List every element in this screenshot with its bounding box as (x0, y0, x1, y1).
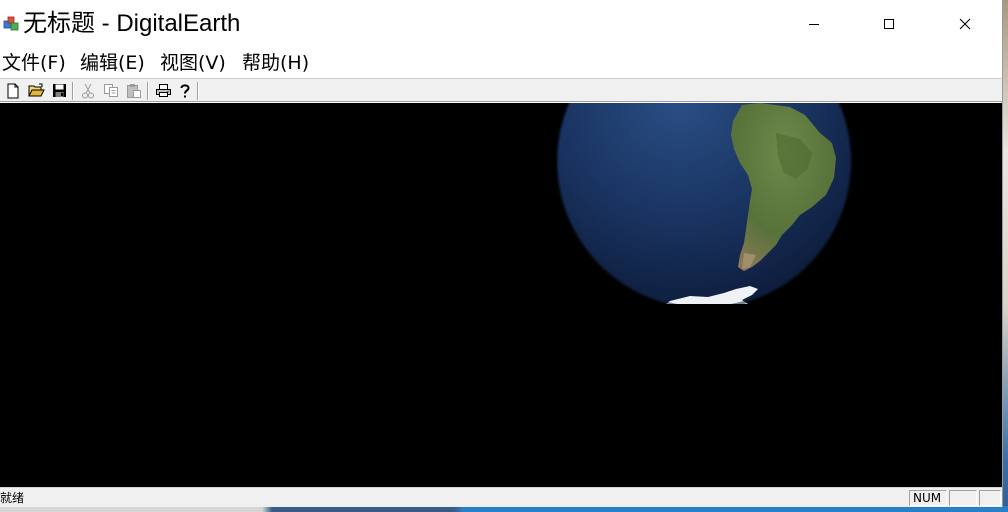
status-bar: 就绪 NUM (0, 487, 1002, 507)
maximize-icon (884, 19, 894, 29)
window-title: 无标题 - DigitalEarth (23, 10, 241, 37)
menu-help[interactable]: 帮助(H) (242, 50, 309, 76)
toolbar-separator (147, 82, 149, 100)
title-bar[interactable]: 无标题 - DigitalEarth (0, 0, 1002, 48)
app-icon[interactable] (3, 15, 19, 31)
status-pane-empty (979, 490, 1001, 506)
new-button[interactable] (3, 81, 23, 100)
print-icon (155, 84, 171, 97)
num-lock-indicator: NUM (909, 490, 947, 506)
save-button[interactable] (49, 81, 69, 100)
cut-icon (82, 83, 94, 98)
cut-button[interactable] (78, 81, 98, 100)
globe-viewport[interactable] (0, 103, 1002, 487)
open-folder-icon (27, 83, 45, 97)
new-document-icon (7, 83, 19, 98)
menu-file[interactable]: 文件(F) (2, 50, 66, 76)
globe-render (555, 103, 853, 304)
close-icon (959, 18, 971, 30)
print-button[interactable] (153, 81, 173, 100)
help-icon (180, 83, 190, 97)
toolbar (0, 78, 1002, 102)
minimize-icon (809, 24, 819, 25)
desktop-background-right (1002, 0, 1008, 512)
copy-button[interactable] (101, 81, 121, 100)
save-icon (52, 84, 66, 97)
minimize-button[interactable] (776, 0, 852, 48)
toolbar-separator (72, 82, 74, 100)
main-window: 无标题 - DigitalEarth 文件(F) 编辑(E) 视图(V) 帮助(… (0, 0, 1002, 507)
paste-button[interactable] (124, 81, 144, 100)
open-button[interactable] (26, 81, 46, 100)
paste-icon (127, 83, 141, 98)
menu-edit[interactable]: 编辑(E) (80, 50, 145, 76)
copy-icon (104, 84, 118, 97)
close-button[interactable] (927, 0, 1003, 48)
status-pane-empty (949, 490, 977, 506)
status-message: 就绪 (0, 491, 25, 505)
help-button[interactable] (175, 81, 195, 100)
toolbar-separator (197, 82, 199, 100)
menu-bar: 文件(F) 编辑(E) 视图(V) 帮助(H) (0, 48, 1002, 77)
menu-view[interactable]: 视图(V) (160, 50, 226, 76)
maximize-button[interactable] (851, 0, 927, 48)
